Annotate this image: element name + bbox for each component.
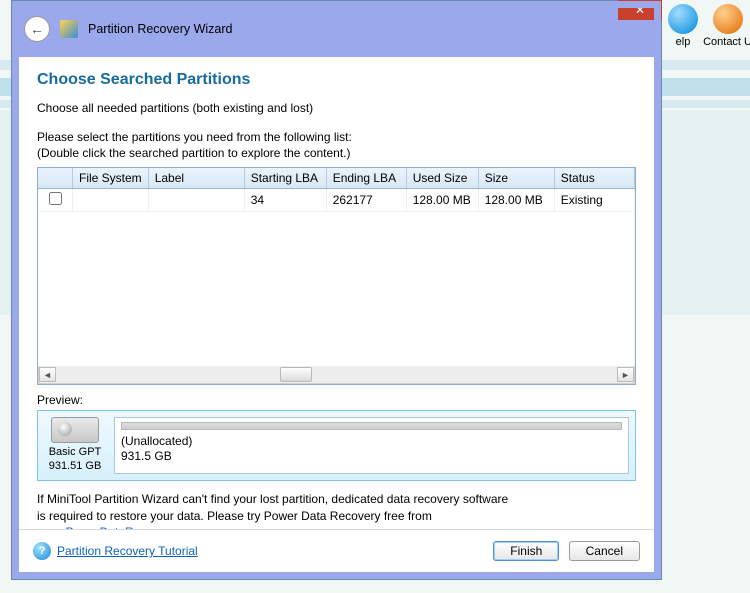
back-button[interactable]: ← <box>24 16 50 42</box>
table-row[interactable]: 34 262177 128.00 MB 128.00 MB Existing <box>38 189 635 212</box>
col-checkbox[interactable] <box>38 168 73 189</box>
region-name: (Unallocated) <box>121 434 622 449</box>
cell-size: 128.00 MB <box>478 189 554 212</box>
col-filesystem[interactable]: File System <box>73 168 149 189</box>
partition-recovery-wizard-dialog: ✕ ← Partition Recovery Wizard Choose Sea… <box>11 0 662 580</box>
disk-summary: Basic GPT 931.51 GB <box>44 417 106 474</box>
titlebar: ✕ ← Partition Recovery Wizard <box>12 1 661 57</box>
preview-panel: Basic GPT 931.51 GB (Unallocated) 931.5 … <box>37 410 636 481</box>
finish-button[interactable]: Finish <box>493 541 559 561</box>
background-help-button: elp <box>668 4 698 48</box>
cell-start-lba: 34 <box>244 189 326 212</box>
table-header-row: File System Label Starting LBA Ending LB… <box>38 168 635 189</box>
page-subtext-2: (Double click the searched partition to … <box>37 145 636 161</box>
scroll-left-arrow-icon[interactable]: ◄ <box>39 367 56 382</box>
disk-size: 931.51 GB <box>44 460 106 474</box>
background-contact-button: Contact U <box>703 4 750 48</box>
col-starting-lba[interactable]: Starting LBA <box>244 168 326 189</box>
disk-icon <box>51 417 99 443</box>
col-status[interactable]: Status <box>554 168 634 189</box>
col-label[interactable]: Label <box>148 168 244 189</box>
cell-filesystem <box>73 189 149 212</box>
page-heading: Choose Searched Partitions <box>37 71 636 89</box>
scroll-thumb[interactable] <box>280 367 312 382</box>
cell-status: Existing <box>554 189 634 212</box>
info-icon: ? <box>33 542 51 560</box>
horizontal-scrollbar[interactable]: ◄ ► <box>38 366 635 384</box>
col-used-size[interactable]: Used Size <box>406 168 478 189</box>
partitions-table-container: File System Label Starting LBA Ending LB… <box>37 167 636 385</box>
help-icon <box>668 4 698 34</box>
cell-used: 128.00 MB <box>406 189 478 212</box>
col-ending-lba[interactable]: Ending LBA <box>326 168 406 189</box>
scroll-right-arrow-icon[interactable]: ► <box>617 367 634 382</box>
tutorial-link[interactable]: Partition Recovery Tutorial <box>57 544 198 558</box>
scroll-track[interactable] <box>56 367 617 382</box>
disk-region[interactable]: (Unallocated) 931.5 GB <box>114 417 629 474</box>
page-subtext-1: Please select the partitions you need fr… <box>37 129 636 145</box>
back-arrow-icon: ← <box>30 22 44 36</box>
preview-label: Preview: <box>37 393 636 407</box>
cell-end-lba: 262177 <box>326 189 406 212</box>
app-icon <box>60 20 78 38</box>
dialog-content: Choose Searched Partitions Choose all ne… <box>19 57 654 572</box>
region-bar <box>121 422 622 430</box>
disk-type: Basic GPT <box>44 446 106 460</box>
col-size[interactable]: Size <box>478 168 554 189</box>
cell-label <box>148 189 244 212</box>
region-size: 931.5 GB <box>121 449 622 464</box>
contact-icon <box>713 4 743 34</box>
tutorial-link-group: ? Partition Recovery Tutorial <box>33 542 198 560</box>
page-instruction: Choose all needed partitions (both exist… <box>37 101 636 115</box>
dialog-footer: ? Partition Recovery Tutorial Finish Can… <box>19 529 654 572</box>
close-icon: ✕ <box>635 3 645 17</box>
table-empty-area <box>44 215 628 363</box>
row-checkbox[interactable] <box>49 192 62 205</box>
cancel-button[interactable]: Cancel <box>569 541 640 561</box>
window-title: Partition Recovery Wizard <box>88 22 233 36</box>
close-button[interactable]: ✕ <box>618 0 662 20</box>
partitions-table: File System Label Starting LBA Ending LB… <box>38 168 635 366</box>
